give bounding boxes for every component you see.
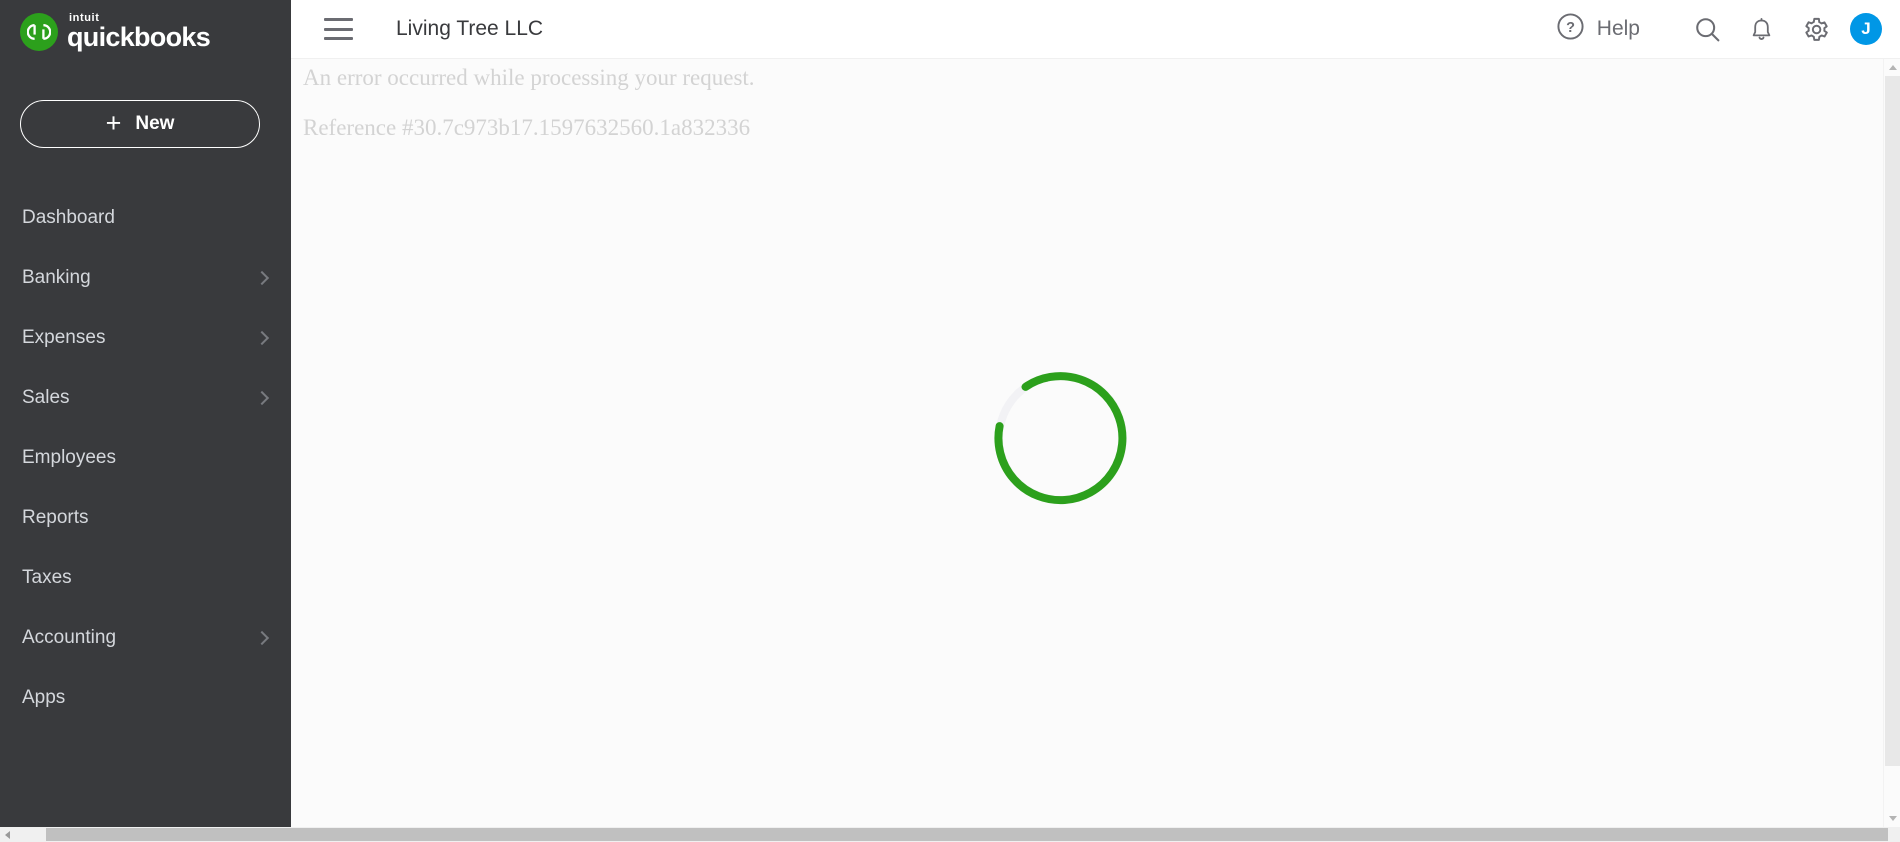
- sidebar-item-label: Apps: [22, 687, 66, 708]
- error-reference: Reference #30.7c973b17.1597632560.1a8323…: [303, 115, 751, 140]
- sidebar-item-label: Dashboard: [22, 207, 115, 228]
- hamburger-bar: [324, 18, 353, 21]
- horizontal-scrollbar[interactable]: [0, 827, 1900, 842]
- hamburger-bar: [324, 27, 353, 31]
- sidebar-item-label: Banking: [22, 267, 91, 288]
- sidebar-item-label: Taxes: [22, 567, 72, 588]
- sidebar-item-label: Reports: [22, 507, 89, 528]
- avatar[interactable]: J: [1850, 13, 1882, 45]
- svg-text:?: ?: [1566, 20, 1575, 36]
- new-button-label: New: [135, 113, 175, 134]
- bell-icon[interactable]: [1734, 2, 1788, 56]
- sidebar: intuit quickbooks + New Dashboard Bankin…: [0, 0, 291, 827]
- company-name: Living Tree LLC: [396, 17, 544, 40]
- help-circle-icon: ?: [1556, 12, 1585, 46]
- hamburger-bar: [324, 37, 353, 40]
- main-content: An error occurred while processing your …: [291, 59, 1900, 827]
- scroll-arrow-left-icon[interactable]: [0, 827, 15, 842]
- top-bar: Living Tree LLC ? Help J: [291, 0, 1900, 59]
- loading-overlay: [291, 59, 1900, 827]
- quickbooks-brand-logo[interactable]: intuit quickbooks: [20, 10, 211, 54]
- gear-icon[interactable]: [1788, 2, 1842, 56]
- sidebar-nav: Dashboard Banking Expenses Sales Employe…: [0, 188, 291, 728]
- sidebar-item-sales[interactable]: Sales: [0, 368, 291, 428]
- sidebar-item-accounting[interactable]: Accounting: [0, 608, 291, 668]
- chevron-right-icon: [255, 631, 269, 645]
- help-label: Help: [1596, 17, 1640, 40]
- vertical-scrollbar-thumb[interactable]: [1885, 76, 1900, 766]
- horizontal-scrollbar-thumb[interactable]: [46, 828, 1888, 841]
- scroll-arrow-up-icon[interactable]: [1884, 59, 1900, 76]
- sidebar-item-label: Expenses: [22, 327, 106, 348]
- brand-wordmark: intuit quickbooks: [67, 13, 211, 53]
- quickbooks-logo-icon: [20, 13, 58, 51]
- new-button[interactable]: + New: [20, 100, 260, 148]
- chevron-right-icon: [255, 391, 269, 405]
- hamburger-menu-icon[interactable]: [324, 18, 353, 40]
- sidebar-item-expenses[interactable]: Expenses: [0, 308, 291, 368]
- sidebar-item-apps[interactable]: Apps: [0, 668, 291, 728]
- plus-icon: +: [105, 107, 122, 138]
- quickbooks-wordmark: quickbooks: [67, 22, 211, 53]
- error-message: An error occurred while processing your …: [303, 65, 755, 90]
- sidebar-item-employees[interactable]: Employees: [0, 428, 291, 488]
- sidebar-item-reports[interactable]: Reports: [0, 488, 291, 548]
- sidebar-item-taxes[interactable]: Taxes: [0, 548, 291, 608]
- vertical-scrollbar[interactable]: [1883, 59, 1900, 827]
- help-button[interactable]: ? Help: [1556, 12, 1640, 46]
- chevron-right-icon: [255, 331, 269, 345]
- sidebar-item-banking[interactable]: Banking: [0, 248, 291, 308]
- topbar-actions: ? Help J: [1556, 2, 1900, 56]
- quickbooks-app-window: intuit quickbooks + New Dashboard Bankin…: [0, 0, 1900, 842]
- sidebar-item-dashboard[interactable]: Dashboard: [0, 188, 291, 248]
- search-icon[interactable]: [1680, 2, 1734, 56]
- sidebar-item-label: Accounting: [22, 627, 117, 648]
- sidebar-item-label: Employees: [22, 447, 116, 468]
- sidebar-item-label: Sales: [22, 387, 70, 408]
- scroll-arrow-down-icon[interactable]: [1884, 810, 1900, 827]
- loading-spinner-icon: [986, 363, 1136, 513]
- chevron-right-icon: [255, 271, 269, 285]
